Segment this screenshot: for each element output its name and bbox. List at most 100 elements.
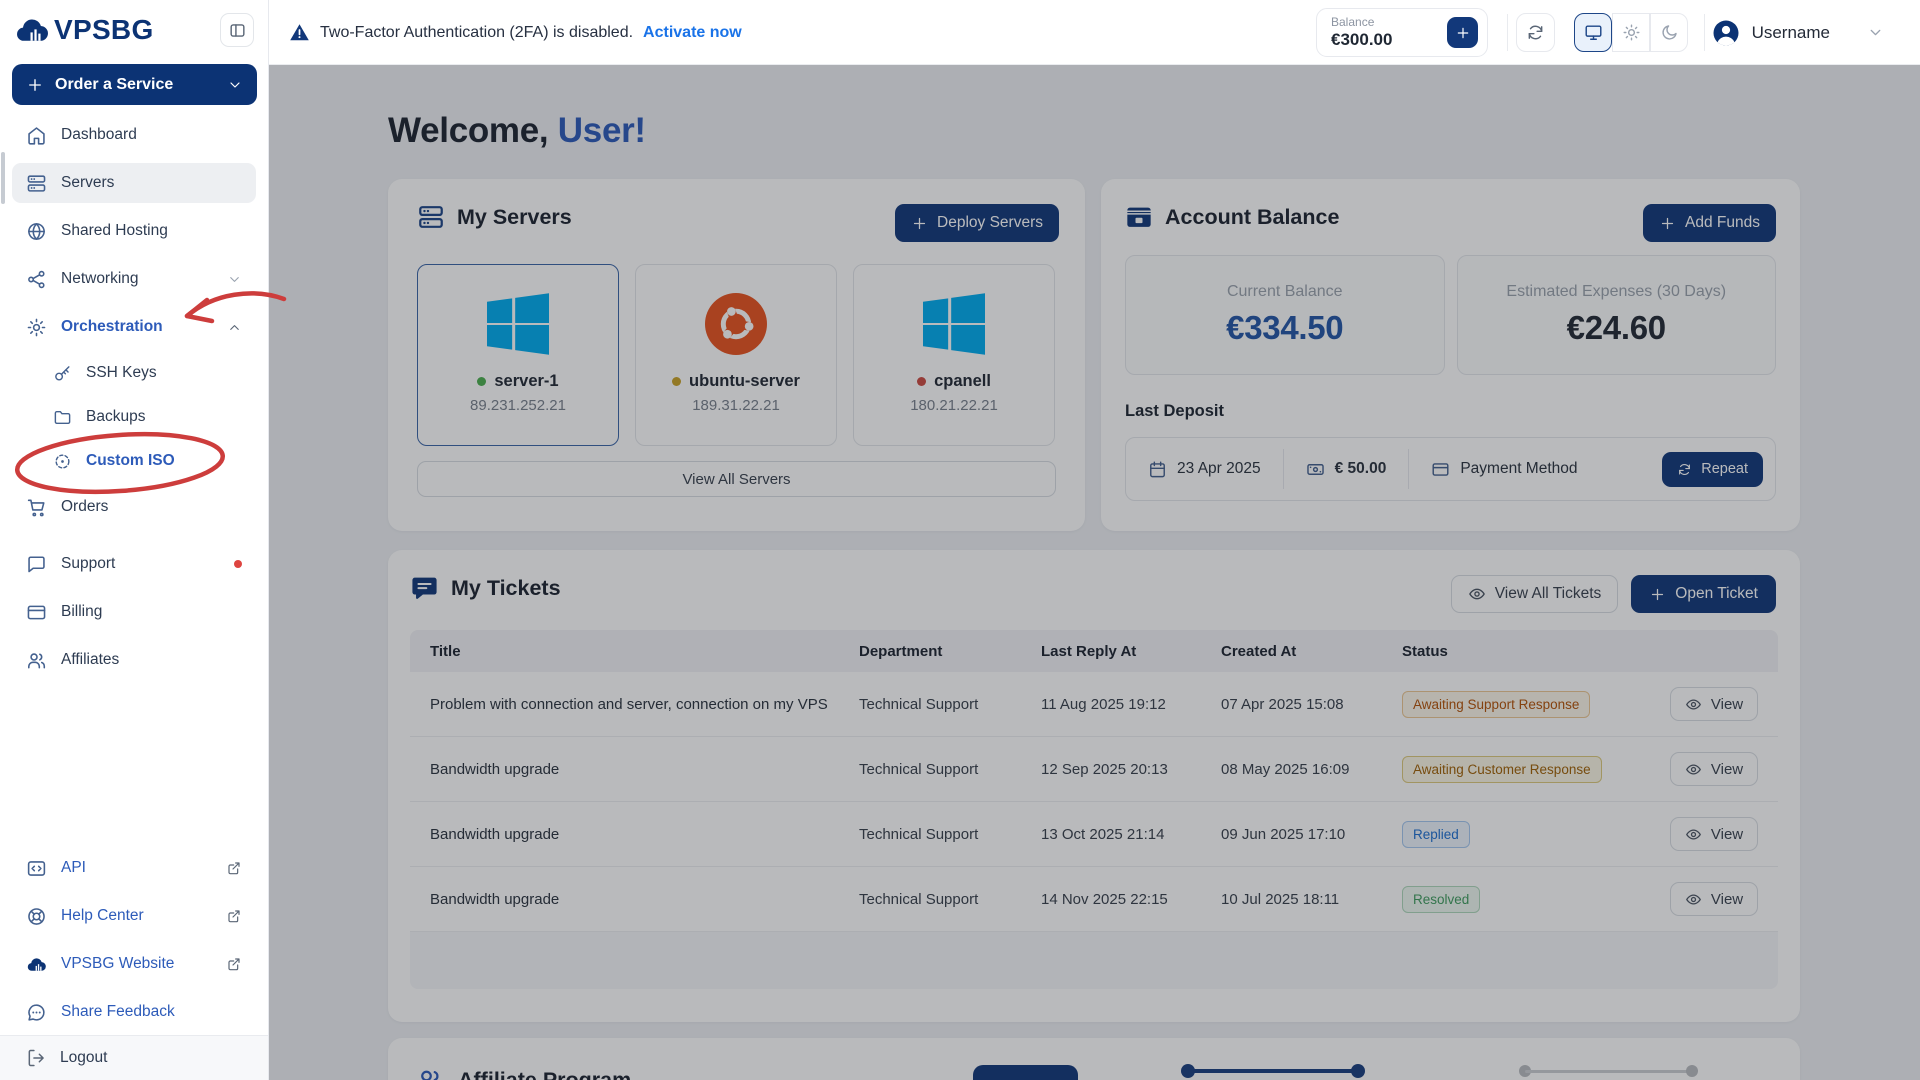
home-icon	[26, 125, 47, 146]
sidebar-scrollbar-thumb[interactable]	[1, 152, 5, 204]
ticket-created: 08 May 2025 16:09	[1221, 761, 1402, 778]
chevron-down-icon	[227, 77, 243, 93]
chat-icon	[26, 554, 47, 575]
sidebar-nav: Dashboard Servers Shared Hosting Network…	[12, 115, 256, 680]
deposit-amount: € 50.00	[1284, 451, 1409, 487]
moon-icon	[1660, 23, 1679, 42]
topbar-divider	[1507, 14, 1508, 51]
column-header: Title	[430, 643, 859, 660]
sidebar-item-ssh-keys[interactable]: SSH Keys	[39, 353, 256, 393]
sidebar-item-share-feedback[interactable]: Share Feedback	[12, 992, 256, 1032]
my-servers-card: My Servers Deploy Servers server-1 89.23…	[388, 179, 1085, 531]
status-dot-idle	[672, 377, 681, 386]
plus-icon	[911, 215, 928, 232]
add-funds-button[interactable]: Add Funds	[1643, 204, 1776, 242]
sidebar-item-support[interactable]: Support	[12, 544, 256, 584]
theme-dark-button[interactable]	[1650, 13, 1688, 52]
avatar	[1711, 18, 1741, 48]
code-icon	[26, 858, 47, 879]
ticket-last-reply: 14 Nov 2025 22:15	[1041, 891, 1221, 908]
sidebar-item-api[interactable]: API	[12, 848, 256, 888]
table-header-row: Title Department Last Reply At Created A…	[410, 630, 1778, 672]
sidebar-item-networking[interactable]: Networking	[12, 259, 256, 299]
server-tile-ubuntu-server[interactable]: ubuntu-server 189.31.22.21	[635, 264, 837, 446]
topbar: Two-Factor Authentication (2FA) is disab…	[269, 0, 1920, 65]
plus-icon	[26, 76, 44, 94]
view-all-servers-button[interactable]: View All Servers	[417, 461, 1056, 497]
table-row: Problem with connection and server, conn…	[410, 672, 1778, 737]
server-tiles: server-1 89.231.252.21 ubuntu-server 189…	[417, 264, 1056, 446]
server-tile-cpanell[interactable]: cpanell 180.21.22.21	[853, 264, 1055, 446]
ticket-department: Technical Support	[859, 891, 1041, 908]
view-all-tickets-button[interactable]: View All Tickets	[1451, 575, 1619, 613]
deposit-payment-method: Payment Method	[1409, 451, 1656, 487]
sidebar-item-custom-iso[interactable]: Custom ISO	[39, 441, 256, 481]
table-row: Bandwidth upgrade Technical Support 14 N…	[410, 867, 1778, 932]
view-ticket-button[interactable]: View	[1670, 817, 1758, 851]
view-ticket-button[interactable]: View	[1670, 882, 1758, 916]
sun-icon	[1622, 23, 1641, 42]
table-row: Bandwidth upgrade Technical Support 12 S…	[410, 737, 1778, 802]
deploy-servers-button[interactable]: Deploy Servers	[895, 204, 1059, 242]
sidebar-item-vpsbg-website[interactable]: VPSBG Website	[12, 944, 256, 984]
sidebar-item-servers[interactable]: Servers	[12, 163, 256, 203]
sidebar-item-affiliates[interactable]: Affiliates	[12, 640, 256, 680]
plus-icon	[1649, 586, 1666, 603]
sidebar-item-help-center[interactable]: Help Center	[12, 896, 256, 936]
sidebar-item-label: Backups	[86, 408, 145, 426]
refresh-button[interactable]	[1516, 13, 1555, 52]
sidebar-item-label: Dashboard	[61, 126, 137, 144]
sidebar-item-shared-hosting[interactable]: Shared Hosting	[12, 211, 256, 251]
current-balance-value: €334.50	[1226, 309, 1343, 347]
last-deposit-row: 23 Apr 2025 € 50.00 Payment Method	[1125, 437, 1776, 501]
ticket-department: Technical Support	[859, 696, 1041, 713]
sidebar-item-label: Custom ISO	[86, 452, 175, 470]
sidebar-item-label: Support	[61, 555, 115, 573]
sidebar-collapse-button[interactable]	[220, 13, 254, 47]
sidebar-item-backups[interactable]: Backups	[39, 397, 256, 437]
cart-icon	[26, 497, 47, 518]
disc-icon	[53, 452, 72, 471]
sidebar-item-orders[interactable]: Orders	[12, 487, 256, 527]
status-dot-offline	[917, 377, 926, 386]
sidebar-item-label: Orchestration	[61, 318, 163, 336]
stepper-dot-active[interactable]	[1351, 1064, 1365, 1078]
view-ticket-button[interactable]: View	[1670, 752, 1758, 786]
theme-light-button[interactable]	[1612, 13, 1650, 52]
activate-2fa-link[interactable]: Activate now	[643, 24, 742, 42]
sidebar-item-orchestration[interactable]: Orchestration	[12, 307, 256, 347]
vpsbg-dashboard: VPSBG Order a Service Dashboard Servers …	[0, 0, 1920, 1080]
main-content: Welcome, User! My Servers Deploy Servers	[269, 65, 1920, 1080]
order-service-button[interactable]: Order a Service	[12, 64, 257, 105]
topbar-divider	[1704, 14, 1705, 51]
chevron-down-icon	[227, 272, 242, 287]
credit-card-icon	[1431, 460, 1450, 479]
status-badge: Resolved	[1402, 886, 1480, 913]
card-title: My Servers	[457, 205, 572, 230]
user-menu[interactable]: Username	[1711, 0, 1884, 65]
windows-logo-icon	[487, 293, 549, 355]
vpsbg-logo[interactable]: VPSBG	[14, 12, 154, 48]
sidebar-item-label: Help Center	[61, 907, 144, 925]
balance-label: Balance	[1331, 15, 1392, 30]
view-ticket-button[interactable]: View	[1670, 687, 1758, 721]
column-header: Last Reply At	[1041, 643, 1221, 660]
page-title: Welcome, User!	[388, 111, 1800, 151]
repeat-deposit-button[interactable]: Repeat	[1662, 452, 1763, 487]
tickets-table: Title Department Last Reply At Created A…	[410, 630, 1778, 989]
eye-icon	[1685, 696, 1702, 713]
sidebar-item-logout[interactable]: Logout	[0, 1035, 268, 1080]
sidebar-item-billing[interactable]: Billing	[12, 592, 256, 632]
brand-name: VPSBG	[54, 14, 154, 46]
stepper-dot[interactable]	[1686, 1065, 1698, 1077]
deposit-date: 23 Apr 2025	[1126, 451, 1283, 487]
plus-icon	[1455, 25, 1471, 41]
theme-system-button[interactable]	[1574, 13, 1612, 52]
column-header: Department	[859, 643, 1041, 660]
last-deposit-label: Last Deposit	[1125, 402, 1776, 421]
add-balance-button[interactable]	[1447, 17, 1478, 48]
server-tile-server-1[interactable]: server-1 89.231.252.21	[417, 264, 619, 446]
open-ticket-button[interactable]: Open Ticket	[1631, 575, 1776, 613]
status-badge: Awaiting Customer Response	[1402, 756, 1602, 783]
sidebar-item-dashboard[interactable]: Dashboard	[12, 115, 256, 155]
